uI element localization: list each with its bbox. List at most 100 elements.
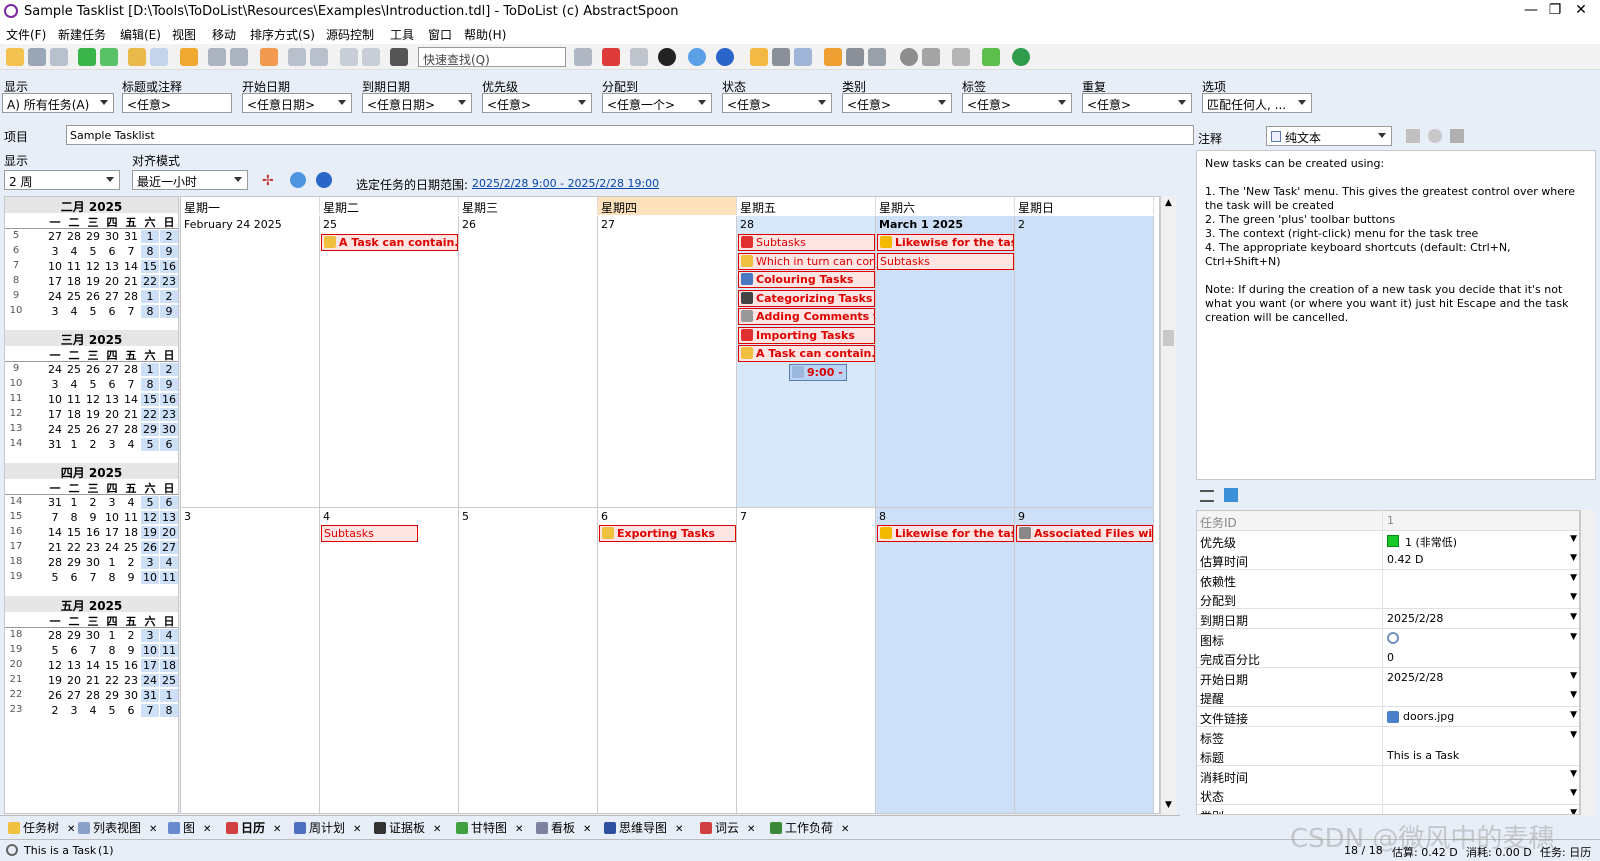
mini-day[interactable]: 19: [84, 408, 102, 421]
tab-close-icon[interactable]: ✕: [841, 824, 849, 835]
undo-icon[interactable]: [208, 48, 226, 66]
save-icon[interactable]: [28, 48, 46, 66]
mini-day[interactable]: 16: [122, 659, 140, 672]
notes-copy-icon[interactable]: [1450, 129, 1464, 143]
task-bar-tue[interactable]: A Task can contain...: [321, 234, 458, 251]
mini-day[interactable]: 21: [84, 674, 102, 687]
mini-day[interactable]: 9: [122, 571, 140, 584]
tab-mind-map[interactable]: 思维导图 ✕: [604, 819, 683, 836]
day-cell[interactable]: 26: [459, 216, 598, 508]
mini-day[interactable]: 31: [122, 230, 140, 243]
mini-day[interactable]: 5: [46, 644, 64, 657]
day-cell[interactable]: 2: [1015, 216, 1154, 508]
mini-day[interactable]: 21: [122, 408, 140, 421]
maximize-view-icon[interactable]: [260, 48, 278, 66]
scroll-up-icon[interactable]: ▲: [1165, 198, 1172, 208]
mini-day[interactable]: 22: [103, 674, 121, 687]
mini-day[interactable]: 28: [122, 290, 140, 303]
scroll-thumb[interactable]: [1163, 330, 1174, 346]
task-bar-fri-3[interactable]: Colouring Tasks: [738, 271, 875, 288]
yin-yang-icon[interactable]: [658, 48, 676, 66]
menu-file[interactable]: 文件(F): [6, 26, 46, 43]
props-list-icon[interactable]: [1200, 490, 1214, 502]
mini-day[interactable]: 24: [103, 541, 121, 554]
mini-day[interactable]: 19: [46, 674, 64, 687]
mini-day[interactable]: 25: [65, 290, 83, 303]
scroll-down-icon[interactable]: ▼: [1165, 800, 1172, 810]
tab-close-icon[interactable]: ✕: [433, 824, 441, 835]
tab-chart[interactable]: 图 ✕: [168, 819, 211, 836]
menu-sort[interactable]: 排序方式(S): [250, 26, 315, 43]
mini-day[interactable]: 3: [46, 378, 64, 391]
mini-day[interactable]: 10: [46, 393, 64, 406]
mini-day[interactable]: 2: [84, 496, 102, 509]
day-cell[interactable]: 8: [876, 508, 1015, 813]
mini-day[interactable]: 23: [122, 674, 140, 687]
mini-day[interactable]: 29: [65, 556, 83, 569]
mini-day[interactable]: 2: [46, 704, 64, 717]
tab-close-icon[interactable]: ✕: [203, 824, 211, 835]
mini-day[interactable]: 28: [65, 230, 83, 243]
mini-day[interactable]: 6: [65, 571, 83, 584]
settings-icon[interactable]: [688, 48, 706, 66]
mini-day[interactable]: 31: [46, 438, 64, 451]
mini-day[interactable]: 19: [84, 275, 102, 288]
mini-day[interactable]: 23: [84, 541, 102, 554]
mini-day[interactable]: 7: [122, 378, 140, 391]
mini-day[interactable]: 3: [141, 629, 159, 642]
filter-priority-combo[interactable]: <任意>: [482, 93, 592, 113]
mini-day[interactable]: 1: [65, 438, 83, 451]
mini-day[interactable]: 27: [65, 689, 83, 702]
mini-day[interactable]: 11: [122, 511, 140, 524]
tab-close-icon[interactable]: ✕: [747, 824, 755, 835]
filter-recurrence-combo[interactable]: <任意>: [1082, 93, 1192, 113]
mini-day[interactable]: 24: [46, 290, 64, 303]
property-dropdown-icon[interactable]: ▼: [1570, 788, 1577, 798]
mini-day[interactable]: 2: [160, 230, 178, 243]
menu-source-control[interactable]: 源码控制: [326, 26, 374, 43]
mini-day[interactable]: 17: [46, 408, 64, 421]
tab-word-cloud[interactable]: 词云 ✕: [700, 819, 755, 836]
property-dropdown-icon[interactable]: ▼: [1570, 632, 1577, 642]
mini-day[interactable]: 13: [103, 260, 121, 273]
mini-day[interactable]: 17: [103, 526, 121, 539]
link-icon[interactable]: [846, 48, 864, 66]
mini-day[interactable]: 5: [141, 438, 159, 451]
notes-calendar-icon[interactable]: [1406, 129, 1420, 143]
mini-day[interactable]: 30: [103, 230, 121, 243]
mini-day[interactable]: 3: [103, 438, 121, 451]
mini-day[interactable]: 12: [84, 393, 102, 406]
tab-close-icon[interactable]: ✕: [515, 824, 523, 835]
mini-day[interactable]: 11: [65, 393, 83, 406]
mini-day[interactable]: 16: [160, 393, 178, 406]
mini-day[interactable]: 3: [46, 305, 64, 318]
close-icon[interactable]: ✕: [1566, 2, 1596, 18]
property-row[interactable]: 估算时间 0.42 D ▼: [1197, 550, 1579, 571]
mini-day[interactable]: 24: [46, 423, 64, 436]
mini-day[interactable]: 8: [65, 511, 83, 524]
mini-day[interactable]: 1: [103, 629, 121, 642]
mini-day[interactable]: 3: [103, 496, 121, 509]
mini-day[interactable]: 28: [122, 423, 140, 436]
mini-day[interactable]: 5: [141, 496, 159, 509]
property-row[interactable]: 标题 This is a Task: [1197, 746, 1579, 767]
mini-day[interactable]: 4: [160, 556, 178, 569]
mini-day[interactable]: 4: [122, 496, 140, 509]
mini-day[interactable]: 25: [65, 423, 83, 436]
day-cell[interactable]: February 24 2025: [181, 216, 320, 508]
edit-icon[interactable]: [128, 48, 146, 66]
filter-category-combo[interactable]: <任意>: [842, 93, 952, 113]
mini-day[interactable]: 5: [46, 571, 64, 584]
print-icon[interactable]: [772, 48, 790, 66]
mini-day[interactable]: 14: [46, 526, 64, 539]
mini-day[interactable]: 10: [46, 260, 64, 273]
mini-day[interactable]: 6: [103, 378, 121, 391]
mini-day[interactable]: 27: [103, 290, 121, 303]
mini-day[interactable]: 9: [160, 378, 178, 391]
mini-day[interactable]: 29: [103, 689, 121, 702]
mini-day[interactable]: 29: [84, 230, 102, 243]
mini-day[interactable]: 8: [141, 245, 159, 258]
tab-list-view[interactable]: 列表视图 ✕: [78, 819, 157, 836]
mini-day[interactable]: 2: [160, 363, 178, 376]
property-row[interactable]: 类别 ▼: [1197, 805, 1579, 814]
